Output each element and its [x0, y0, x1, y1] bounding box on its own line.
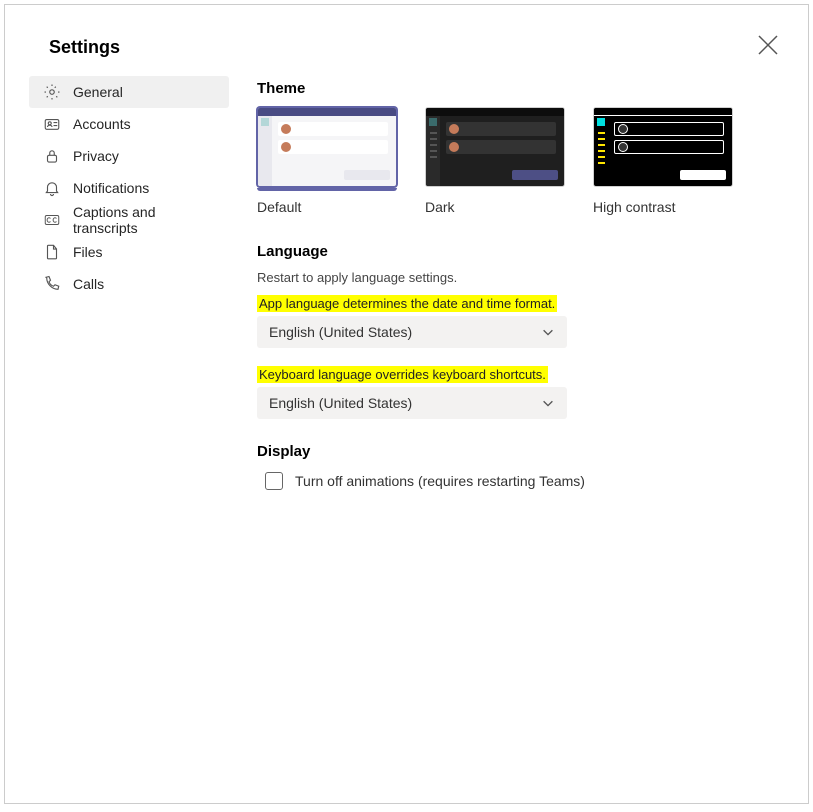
keyboard-language-select[interactable]: English (United States): [257, 387, 567, 419]
theme-option-default[interactable]: Default: [257, 107, 397, 215]
theme-thumb-default: [257, 107, 397, 187]
lock-icon: [43, 147, 61, 165]
settings-sidebar: General Accounts Privacy Notifications C…: [29, 76, 229, 490]
theme-label: Default: [257, 199, 397, 215]
keyboard-language-value: English (United States): [269, 395, 412, 411]
display-heading: Display: [257, 443, 784, 460]
settings-dialog: Settings General Accounts Privacy Notifi…: [4, 4, 809, 804]
language-heading: Language: [257, 243, 784, 260]
close-icon: [756, 33, 780, 57]
sidebar-item-label: Notifications: [73, 180, 149, 196]
animations-label: Turn off animations (requires restarting…: [295, 473, 585, 489]
theme-thumb-dark: [425, 107, 565, 187]
settings-content: Theme Default: [257, 76, 784, 490]
sidebar-item-accounts[interactable]: Accounts: [29, 108, 229, 140]
theme-options: Default Dark: [257, 107, 784, 215]
theme-option-dark[interactable]: Dark: [425, 107, 565, 215]
sidebar-item-notifications[interactable]: Notifications: [29, 172, 229, 204]
app-language-select[interactable]: English (United States): [257, 316, 567, 348]
theme-option-highcontrast[interactable]: High contrast: [593, 107, 733, 215]
sidebar-item-label: Accounts: [73, 116, 131, 132]
phone-icon: [43, 275, 61, 293]
language-restart-note: Restart to apply language settings.: [257, 270, 784, 285]
app-language-value: English (United States): [269, 324, 412, 340]
bell-icon: [43, 179, 61, 197]
sidebar-item-label: Privacy: [73, 148, 119, 164]
gear-icon: [43, 83, 61, 101]
close-button[interactable]: [756, 33, 780, 57]
sidebar-item-calls[interactable]: Calls: [29, 268, 229, 300]
cc-icon: [43, 211, 61, 229]
chevron-down-icon: [541, 325, 555, 339]
sidebar-item-privacy[interactable]: Privacy: [29, 140, 229, 172]
animations-option: Turn off animations (requires restarting…: [257, 472, 784, 490]
app-language-note: App language determines the date and tim…: [257, 295, 557, 312]
theme-thumb-highcontrast: [593, 107, 733, 187]
theme-label: High contrast: [593, 199, 733, 215]
sidebar-item-label: Files: [73, 244, 103, 260]
id-card-icon: [43, 115, 61, 133]
theme-heading: Theme: [257, 80, 784, 97]
animations-checkbox[interactable]: [265, 472, 283, 490]
sidebar-item-label: Captions and transcripts: [73, 204, 219, 236]
sidebar-item-files[interactable]: Files: [29, 236, 229, 268]
sidebar-item-label: Calls: [73, 276, 104, 292]
chevron-down-icon: [541, 396, 555, 410]
file-icon: [43, 243, 61, 261]
keyboard-language-note: Keyboard language overrides keyboard sho…: [257, 366, 548, 383]
sidebar-item-captions[interactable]: Captions and transcripts: [29, 204, 229, 236]
sidebar-item-general[interactable]: General: [29, 76, 229, 108]
theme-label: Dark: [425, 199, 565, 215]
dialog-title: Settings: [29, 29, 784, 76]
sidebar-item-label: General: [73, 84, 123, 100]
theme-selected-indicator: [257, 188, 397, 191]
